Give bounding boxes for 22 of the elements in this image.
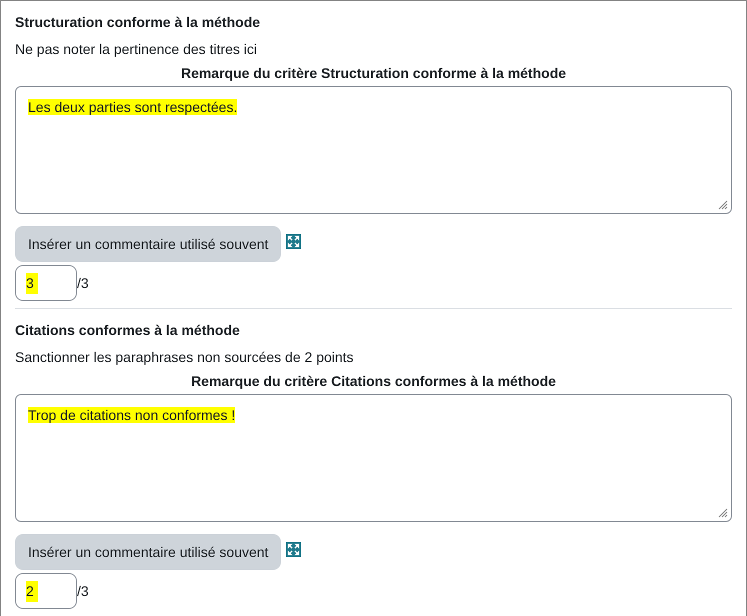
remark-text: Les deux parties sont respectées.: [28, 99, 238, 115]
remark-label: Remarque du critère Structuration conforme à la méthode: [180, 64, 566, 83]
criterion-description: Sanctionner les paraphrases non sourcées de 2 points: [15, 348, 355, 367]
score-field[interactable]: 3: [15, 265, 77, 301]
resize-handle-icon[interactable]: [718, 508, 728, 518]
criterion-title: Structuration conforme à la méthode: [15, 13, 262, 32]
insert-comment-button[interactable]: Insérer un commentaire utilisé souvent: [15, 534, 282, 570]
score-value: 2: [26, 580, 38, 602]
score-max: /3: [77, 582, 89, 600]
expand-icon[interactable]: [286, 542, 302, 557]
remark-label: Remarque du critère Citations conformes à la méthode: [191, 372, 556, 391]
score-value: 3: [26, 272, 38, 294]
score-field[interactable]: 2: [15, 573, 77, 609]
insert-comment-button[interactable]: Insérer un commentaire utilisé souvent: [15, 226, 282, 262]
remark-textarea[interactable]: Trop de citations non conformes !: [15, 394, 732, 522]
resize-handle-icon[interactable]: [718, 200, 728, 210]
remark-text: Trop de citations non conformes !: [28, 407, 236, 423]
remark-textarea[interactable]: Les deux parties sont respectées.: [15, 86, 732, 214]
criterion-title: Citations conformes à la méthode: [15, 321, 241, 340]
criterion-description: Ne pas noter la pertinence des titres ici: [15, 40, 258, 59]
expand-icon[interactable]: [286, 234, 302, 249]
score-max: /3: [77, 274, 89, 292]
